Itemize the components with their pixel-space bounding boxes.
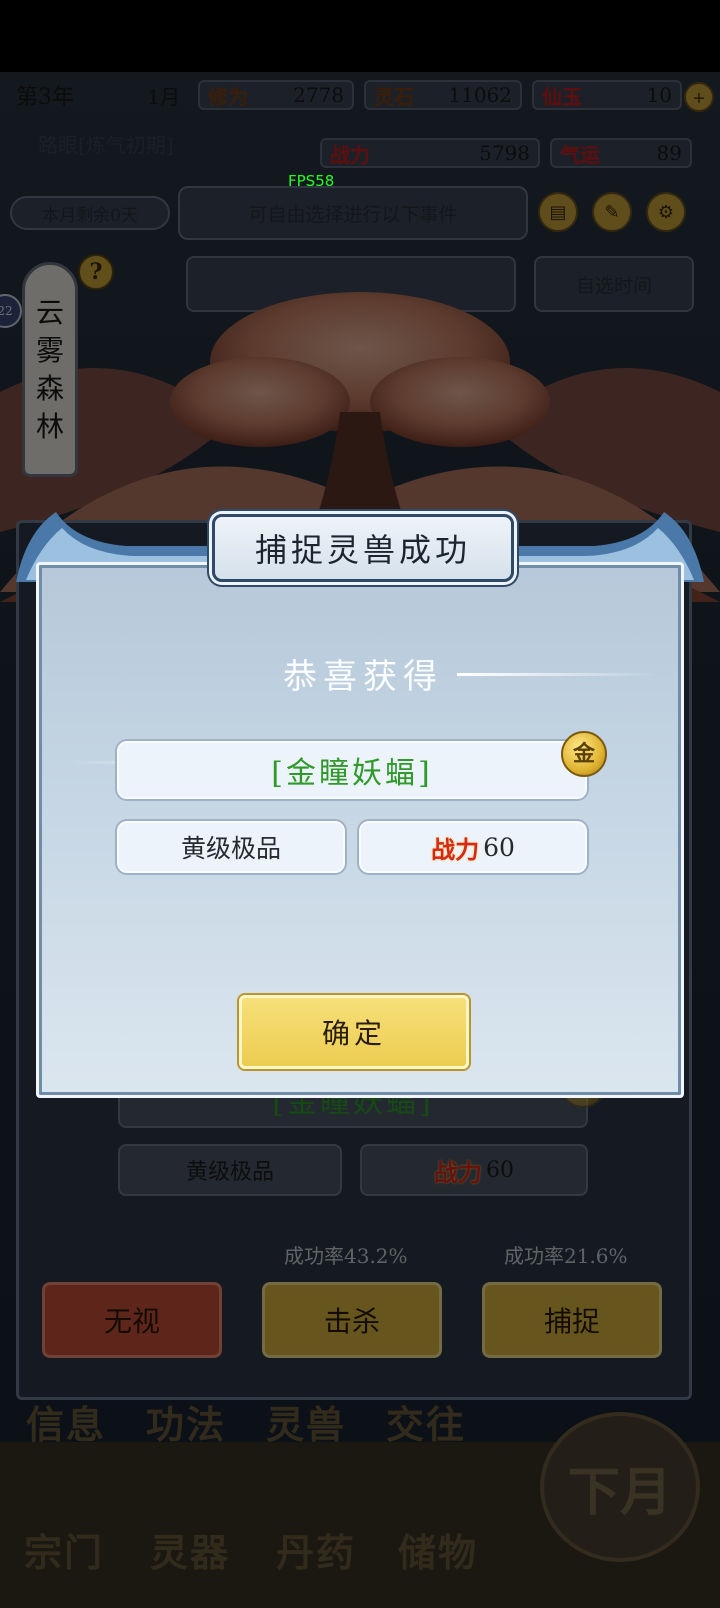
nav-storage[interactable]: 储物: [398, 1522, 478, 1577]
location-char: 雾: [35, 333, 64, 367]
bg-power-label: 战力: [434, 1157, 482, 1187]
nav-sect[interactable]: 宗门: [24, 1522, 104, 1577]
next-month-button[interactable]: 下月: [540, 1412, 700, 1562]
ignore-button[interactable]: 无视: [42, 1282, 222, 1358]
help-icon[interactable]: ?: [78, 254, 114, 290]
year-label: 第3年: [16, 85, 74, 110]
game-screen: 第3年 1月 修为 2778 灵石 11062 仙玉 10 + 路眼[炼气初期]…: [0, 72, 720, 1608]
xiuwei-stat: 修为 2778: [198, 80, 354, 110]
fps-counter: FPS58: [288, 172, 335, 190]
grade-field: 黄级极品: [117, 821, 345, 873]
xianyu-value: 10: [646, 83, 672, 107]
gold-coin-icon: 金: [561, 731, 607, 777]
location-tag[interactable]: 云 雾 森 林: [22, 262, 78, 477]
capture-success-rate: 成功率21.6%: [504, 1244, 628, 1268]
lingshi-label: 灵石: [374, 84, 414, 109]
nav-beasts[interactable]: 灵兽: [266, 1394, 346, 1449]
zhanli-value: 5798: [479, 141, 530, 165]
capture-success-dialog: 恭喜获得 [金瞳妖蝠] 金 黄级极品 战力 60 确定 捕捉灵兽成功: [16, 502, 704, 1098]
month-remaining: 本月剩余0天: [10, 196, 170, 230]
kill-success-rate: 成功率43.2%: [284, 1244, 408, 1268]
right-ornament-line: [457, 673, 657, 676]
qiyun-stat: 气运 89: [550, 138, 692, 168]
kill-button[interactable]: 击杀: [262, 1282, 442, 1358]
power-value: 60: [483, 832, 515, 862]
xiuwei-value: 2778: [293, 83, 344, 107]
beast-name: [金瞳妖蝠]: [271, 756, 433, 791]
xianyu-stat: 仙玉 10: [532, 80, 682, 110]
xiuwei-label: 修为: [208, 84, 248, 109]
lingshi-value: 11062: [448, 83, 512, 107]
add-xianyu-button[interactable]: +: [684, 82, 714, 112]
scroll-icon[interactable]: ▤: [538, 192, 578, 232]
nav-social[interactable]: 交往: [386, 1394, 466, 1449]
brush-icon[interactable]: ✎: [592, 192, 632, 232]
location-char: 云: [35, 295, 64, 329]
confirm-button[interactable]: 确定: [239, 995, 469, 1069]
nav-info[interactable]: 信息: [26, 1394, 106, 1449]
power-field: 战力 60: [359, 821, 587, 873]
location-char: 森: [35, 371, 64, 405]
zhanli-stat: 战力 5798: [320, 138, 540, 168]
qiyun-value: 89: [656, 141, 682, 165]
dialog-title: 捕捉灵兽成功: [212, 514, 514, 582]
bg-power-field: 战力 60: [360, 1144, 588, 1196]
lingshi-stat: 灵石 11062: [364, 80, 522, 110]
location-char: 林: [35, 409, 64, 443]
gear-icon[interactable]: ⚙: [646, 192, 686, 232]
character-title-text: 路眼[炼气初期]: [38, 132, 174, 157]
month-label: 1月: [147, 84, 180, 109]
nav-skills[interactable]: 功法: [146, 1394, 226, 1449]
xianyu-label: 仙玉: [542, 84, 582, 109]
event-hint: 可自由选择进行以下事件: [178, 186, 528, 240]
nav-artifacts[interactable]: 灵器: [150, 1522, 230, 1577]
bg-grade-field: 黄级极品: [118, 1144, 342, 1196]
dialog-body: 恭喜获得 [金瞳妖蝠] 金 黄级极品 战力 60 确定: [36, 562, 684, 1098]
qiyun-label: 气运: [560, 142, 600, 167]
capture-button[interactable]: 捕捉: [482, 1282, 662, 1358]
bg-power-value: 60: [486, 1157, 514, 1183]
power-label: 战力: [431, 834, 480, 864]
beast-name-field: [金瞳妖蝠]: [117, 741, 587, 799]
zhanli-label: 战力: [330, 142, 370, 167]
date-display: 第3年 1月: [8, 80, 188, 111]
character-title: 路眼[炼气初期]: [0, 128, 310, 158]
nav-pills[interactable]: 丹药: [276, 1522, 356, 1577]
